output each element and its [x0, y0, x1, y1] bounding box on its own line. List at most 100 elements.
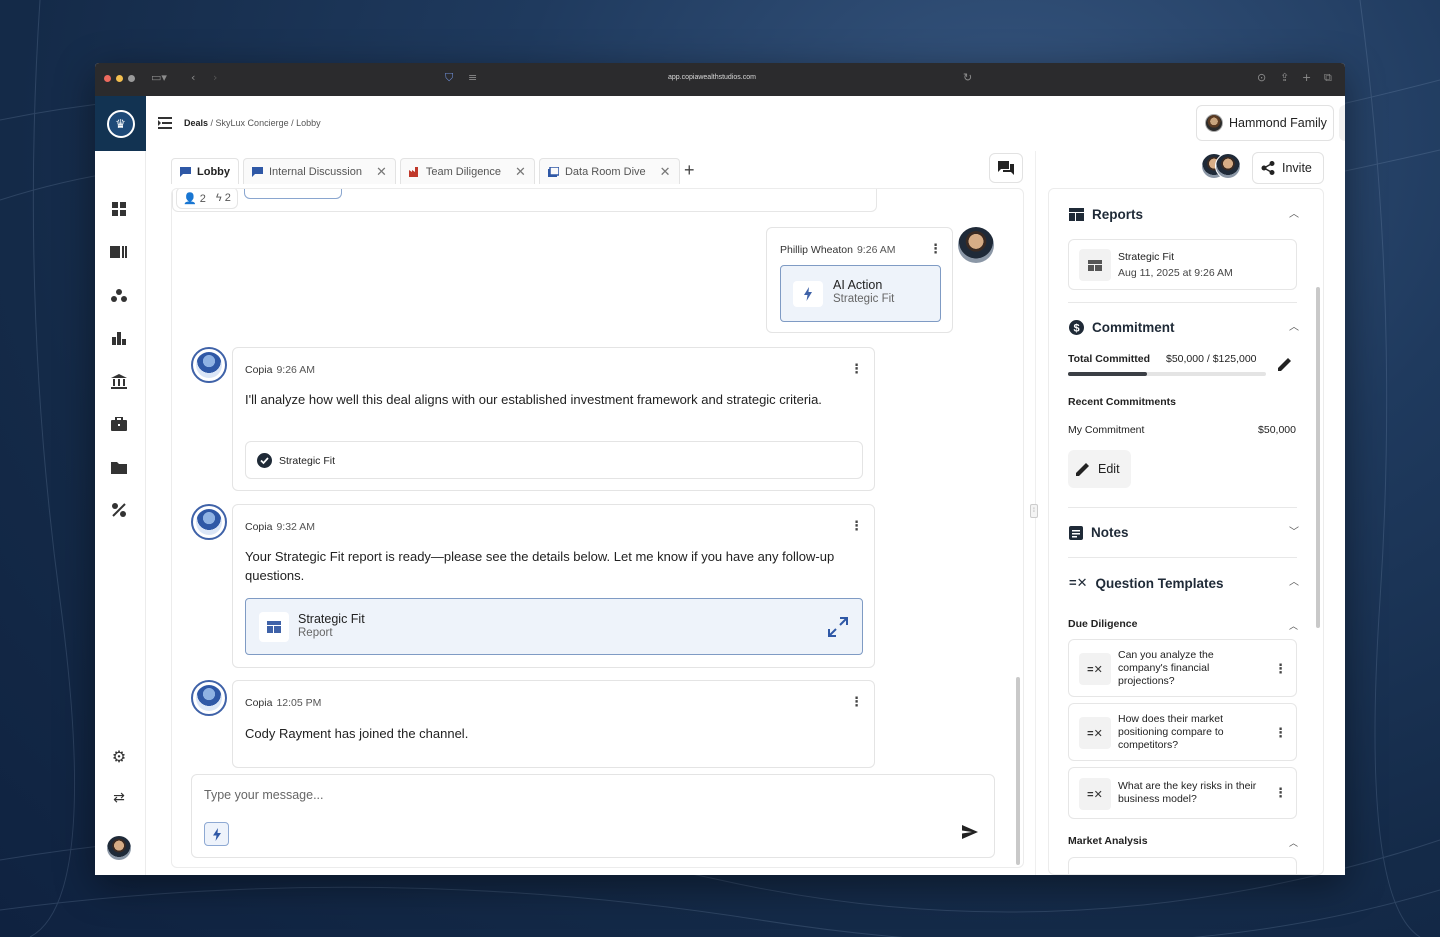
breadcrumb-deal[interactable]: SkyLux Concierge — [216, 118, 289, 128]
bank-icon[interactable] — [110, 373, 128, 389]
tab-team-diligence[interactable]: Team Diligence ✕ — [399, 158, 535, 184]
report-item[interactable]: Strategic Fit Aug 11, 2025 at 9:26 AM — [1068, 239, 1297, 290]
download-icon[interactable]: ⊙ — [1257, 71, 1266, 84]
previous-message-chip[interactable] — [244, 189, 342, 199]
actions-count: ϟ 2 — [216, 192, 231, 204]
network-icon[interactable] — [110, 287, 128, 303]
ai-action-subtitle: Strategic Fit — [833, 293, 895, 305]
sidebar-toggle-icon[interactable]: ▭▾ — [151, 71, 167, 84]
address-bar[interactable]: app.copiawealthstudios.com — [668, 74, 756, 81]
message-author: Copia — [245, 521, 273, 533]
expand-icon[interactable] — [828, 617, 848, 637]
breadcrumb-deals[interactable]: Deals — [184, 118, 208, 128]
reload-icon[interactable]: ↻ — [963, 71, 972, 84]
briefcase-icon[interactable] — [110, 416, 128, 432]
message-composer[interactable]: Type your message... — [191, 774, 995, 858]
send-icon[interactable] — [962, 825, 978, 839]
chevron-up-icon[interactable]: ︿ — [1289, 205, 1299, 220]
toggle-chat-button[interactable] — [989, 153, 1023, 183]
message-meta: Phillip Wheaton 9:26 AM — [780, 244, 896, 256]
message-text: I'll analyze how well this deal aligns w… — [245, 392, 822, 407]
message-menu-icon[interactable]: ⋮ — [929, 242, 942, 255]
shield-icon: ⛉ — [445, 71, 454, 84]
reader-icon[interactable]: ≡ — [468, 71, 477, 84]
menu-collapse-icon[interactable] — [158, 116, 172, 134]
user-avatar[interactable] — [107, 836, 131, 860]
message-meta: Copia 9:26 AM — [245, 364, 315, 376]
message-menu-icon[interactable]: ⋮ — [850, 362, 863, 375]
ai-action-button[interactable] — [204, 822, 229, 846]
close-tab-icon[interactable]: ✕ — [660, 164, 671, 180]
switch-icon[interactable]: ⇄ — [110, 790, 128, 806]
left-nav: ♛ ⚙ ⇄ — [95, 96, 146, 875]
message-input[interactable]: Type your message... — [204, 788, 324, 802]
channel-counts[interactable]: 👤 2 ϟ 2 — [176, 189, 238, 209]
commitment-header[interactable]: $ Commitment — [1069, 320, 1175, 335]
close-tab-icon[interactable]: ✕ — [515, 164, 526, 180]
message-author: Phillip Wheaton — [780, 244, 853, 256]
question-template-item[interactable]: =✕ How does their market positioning com… — [1068, 703, 1297, 761]
chevron-down-icon[interactable]: ﹀ — [1289, 523, 1299, 538]
report-card[interactable]: Strategic Fit Report — [245, 598, 863, 655]
back-icon[interactable]: ‹ — [191, 71, 195, 84]
notes-header[interactable]: Notes — [1069, 525, 1129, 540]
reports-header[interactable]: Reports — [1069, 207, 1143, 222]
message-meta: Copia 12:05 PM — [245, 697, 321, 709]
question-template-item[interactable]: =✕ What are the key risks in their busin… — [1068, 767, 1297, 819]
question-menu-icon[interactable]: ⋮ — [1274, 786, 1287, 799]
question-template-item[interactable] — [1068, 857, 1297, 874]
tab-label: Internal Discussion — [269, 165, 362, 178]
logo-area[interactable]: ♛ — [95, 96, 146, 151]
forum-icon — [998, 161, 1014, 175]
question-menu-icon[interactable]: ⋮ — [1274, 662, 1287, 675]
analytics-icon[interactable] — [110, 330, 128, 346]
percent-icon[interactable] — [110, 502, 128, 518]
chevron-up-icon[interactable]: ︿ — [1289, 318, 1299, 333]
panel-resize-handle[interactable]: ⁞ — [1030, 504, 1038, 518]
commitment-progress-fill — [1068, 372, 1148, 376]
chevron-up-icon[interactable]: ︿ — [1289, 619, 1298, 632]
folder-icon[interactable] — [110, 459, 128, 475]
question-template-icon: =✕ — [1079, 717, 1111, 749]
invite-button[interactable]: Invite — [1252, 152, 1324, 184]
dashboard-icon[interactable] — [110, 201, 128, 217]
forward-icon[interactable]: › — [213, 71, 217, 84]
ai-action-card[interactable]: AI Action Strategic Fit — [780, 265, 941, 322]
question-text: How does their market positioning compar… — [1118, 713, 1224, 751]
minimize-window-button[interactable] — [116, 75, 123, 82]
chevron-up-icon[interactable]: ︿ — [1289, 836, 1298, 849]
chat-scrollbar[interactable] — [1016, 190, 1021, 867]
tab-lobby[interactable]: Lobby — [171, 158, 239, 184]
tab-data-room-dive[interactable]: Data Room Dive ✕ — [538, 158, 680, 184]
section-divider — [1068, 302, 1297, 303]
participant-avatar — [1215, 153, 1241, 179]
chevron-up-icon[interactable]: ︿ — [1289, 573, 1299, 588]
settings-icon[interactable]: ⚙ — [110, 747, 128, 766]
share-icon[interactable]: ⇪ — [1280, 71, 1289, 84]
contacts-icon[interactable] — [110, 244, 128, 260]
right-panel-scrollbar[interactable] — [1316, 287, 1320, 628]
new-tab-icon[interactable]: + — [1302, 71, 1311, 84]
question-template-item[interactable]: =✕ Can you analyze the company's financi… — [1068, 639, 1297, 697]
tab-label: Lobby — [197, 165, 230, 178]
task-status-row[interactable]: Strategic Fit — [245, 441, 863, 479]
notifications-button[interactable] — [1339, 105, 1345, 141]
message-menu-icon[interactable]: ⋮ — [850, 695, 863, 708]
report-item-title: Strategic Fit — [1118, 251, 1175, 263]
add-tab-button[interactable]: + — [684, 160, 695, 181]
question-menu-icon[interactable]: ⋮ — [1274, 726, 1287, 739]
edit-commitment-button[interactable]: Edit — [1068, 450, 1131, 488]
tabs-overview-icon[interactable]: ⧉ — [1324, 71, 1332, 85]
participants-avatars[interactable] — [1201, 153, 1243, 181]
close-tab-icon[interactable]: ✕ — [376, 164, 387, 180]
question-template-icon: =✕ — [1079, 778, 1111, 810]
top-bar: Deals / SkyLux Concierge / Lobby Hammond… — [146, 96, 1345, 151]
close-window-button[interactable] — [104, 75, 111, 82]
zoom-window-button[interactable] — [128, 75, 135, 82]
pencil-icon[interactable] — [1278, 357, 1292, 371]
tab-internal-discussion[interactable]: Internal Discussion ✕ — [243, 158, 396, 184]
message-menu-icon[interactable]: ⋮ — [850, 519, 863, 532]
market-analysis-label: Market Analysis — [1068, 835, 1148, 847]
question-templates-header[interactable]: =✕ Question Templates — [1069, 575, 1224, 591]
family-selector[interactable]: Hammond Family — [1196, 105, 1334, 141]
